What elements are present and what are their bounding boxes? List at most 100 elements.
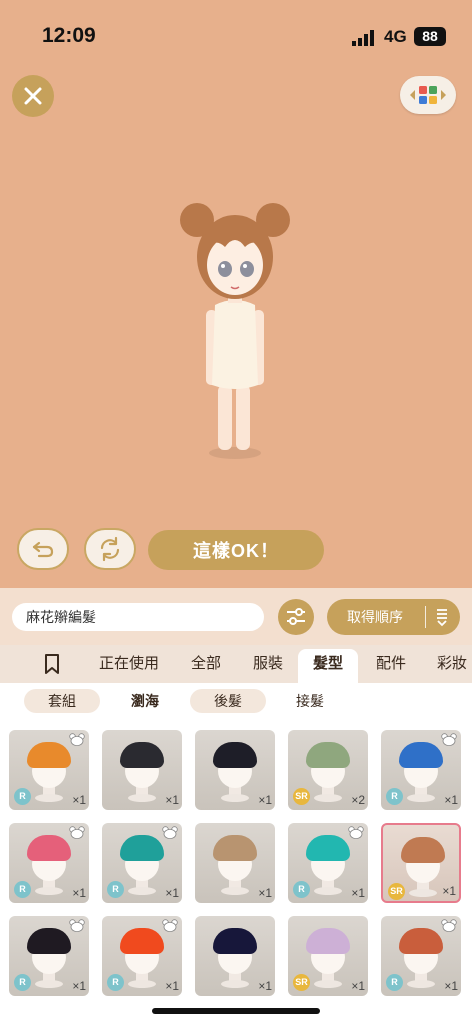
- layout-toggle-button[interactable]: [400, 76, 456, 114]
- hair-swatch: [27, 928, 71, 954]
- item-count: ×1: [442, 884, 456, 898]
- item-count: ×1: [351, 886, 365, 900]
- item-count: ×1: [351, 979, 365, 993]
- rarity-badge: SR: [293, 788, 310, 805]
- item-count: ×1: [258, 979, 272, 993]
- item-count: ×1: [165, 793, 179, 807]
- item-count: ×1: [258, 886, 272, 900]
- rarity-badge: R: [386, 788, 403, 805]
- item-count: ×1: [444, 979, 458, 993]
- refresh-icon: [100, 536, 120, 562]
- sliders-icon: [287, 608, 305, 625]
- item-count: ×1: [72, 886, 86, 900]
- mannequin-base: [314, 887, 342, 895]
- hair-item[interactable]: ×1: [195, 823, 275, 903]
- undo-icon: [32, 541, 54, 558]
- hair-item[interactable]: R ×1: [9, 823, 89, 903]
- avatar-character: [180, 203, 290, 459]
- rarity-badge: R: [107, 974, 124, 991]
- confirm-button[interactable]: 這樣OK！: [148, 530, 324, 570]
- hair-item[interactable]: ×1: [102, 730, 182, 810]
- tab-accessories[interactable]: 配件: [371, 645, 411, 683]
- rarity-badge: SR: [293, 974, 310, 991]
- tab-makeup[interactable]: 彩妝: [432, 645, 472, 683]
- reset-button[interactable]: [84, 528, 136, 570]
- subtab-extensions[interactable]: 接髮: [272, 689, 348, 713]
- item-count: ×1: [72, 979, 86, 993]
- hair-swatch: [120, 835, 164, 861]
- subtab-set[interactable]: 套組: [24, 689, 100, 713]
- hair-swatch: [399, 742, 443, 768]
- mannequin-base: [35, 980, 63, 988]
- subtab-bangs[interactable]: 瀏海: [106, 689, 184, 713]
- hair-item[interactable]: R ×1: [9, 730, 89, 810]
- hair-swatch: [306, 928, 350, 954]
- bookmark-tab[interactable]: [30, 645, 74, 683]
- hair-item[interactable]: R ×1: [381, 916, 461, 996]
- subtab-back-hair[interactable]: 後髮: [190, 689, 266, 713]
- divider: [425, 606, 426, 628]
- mannequin-base: [407, 980, 435, 988]
- sort-button[interactable]: 取得順序: [327, 599, 460, 635]
- tab-in-use[interactable]: 正在使用: [95, 645, 163, 683]
- hair-item[interactable]: ×1: [195, 730, 275, 810]
- bear-icon: [69, 826, 85, 839]
- item-count: ×1: [165, 886, 179, 900]
- rarity-badge: R: [14, 881, 31, 898]
- rarity-badge: R: [14, 974, 31, 991]
- tab-all[interactable]: 全部: [186, 645, 226, 683]
- home-indicator: [152, 1008, 320, 1014]
- hair-item[interactable]: SR ×1: [288, 916, 368, 996]
- close-button[interactable]: [12, 75, 54, 117]
- rarity-badge: R: [293, 881, 310, 898]
- undo-button[interactable]: [17, 528, 69, 570]
- sort-icon: [437, 609, 447, 627]
- hair-item[interactable]: SR ×1: [381, 823, 461, 903]
- tab-hair[interactable]: 髮型: [308, 645, 348, 683]
- item-count: ×1: [165, 979, 179, 993]
- hair-item[interactable]: ×1: [195, 916, 275, 996]
- hair-swatch: [306, 835, 350, 861]
- signal-icon: [352, 30, 374, 46]
- hair-item[interactable]: R ×1: [102, 916, 182, 996]
- hair-item[interactable]: R ×1: [381, 730, 461, 810]
- mannequin-base: [314, 794, 342, 802]
- sort-label: 取得順序: [347, 609, 403, 625]
- hair-swatch: [399, 928, 443, 954]
- search-input[interactable]: 麻花辮編髮: [12, 603, 264, 631]
- bear-icon: [162, 919, 178, 932]
- rarity-badge: R: [107, 881, 124, 898]
- hair-swatch: [213, 742, 257, 768]
- item-count: ×2: [351, 793, 365, 807]
- hair-item[interactable]: R ×1: [9, 916, 89, 996]
- item-count: ×1: [258, 793, 272, 807]
- mannequin-base: [407, 794, 435, 802]
- grid-swap-icon: [410, 86, 446, 104]
- battery-icon: 88: [414, 27, 446, 46]
- network-type: 4G: [384, 27, 407, 46]
- mannequin-base: [35, 887, 63, 895]
- mannequin-base: [221, 980, 249, 988]
- hair-item[interactable]: R ×1: [102, 823, 182, 903]
- hair-swatch: [401, 837, 445, 863]
- bear-icon: [69, 733, 85, 746]
- bear-icon: [348, 826, 364, 839]
- item-count: ×1: [444, 793, 458, 807]
- hair-item[interactable]: R ×1: [288, 823, 368, 903]
- hair-swatch: [120, 928, 164, 954]
- mannequin-base: [35, 794, 63, 802]
- hair-swatch: [120, 742, 164, 768]
- hair-swatch: [213, 928, 257, 954]
- rarity-badge: R: [14, 788, 31, 805]
- mannequin-base: [221, 794, 249, 802]
- tab-clothing[interactable]: 服裝: [248, 645, 288, 683]
- bookmark-icon: [45, 654, 59, 674]
- hair-swatch: [27, 742, 71, 768]
- bear-icon: [69, 919, 85, 932]
- filter-button[interactable]: [278, 599, 314, 635]
- rarity-badge: SR: [388, 883, 405, 900]
- hair-swatch: [27, 835, 71, 861]
- hair-item[interactable]: SR ×2: [288, 730, 368, 810]
- mannequin-base: [314, 980, 342, 988]
- mannequin-base: [128, 887, 156, 895]
